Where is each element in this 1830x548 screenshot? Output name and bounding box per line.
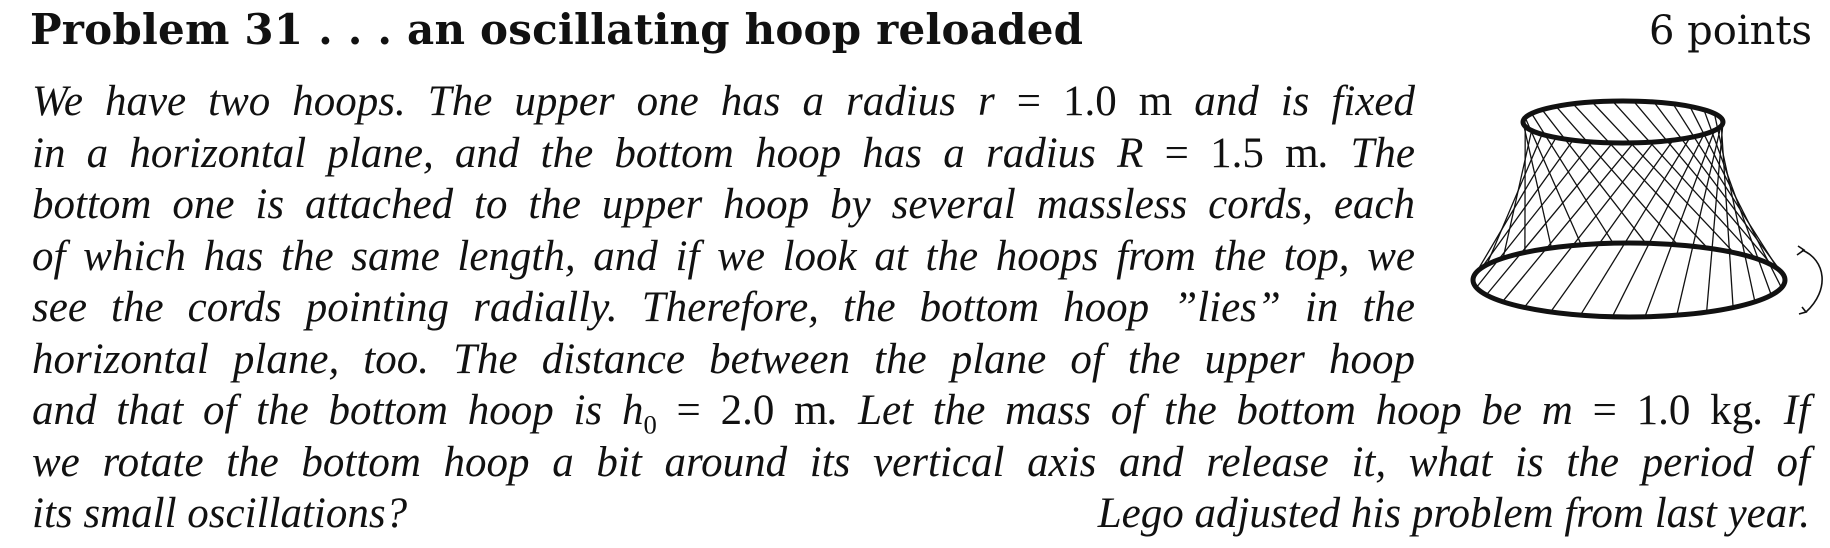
- problem-points: 6 points: [1648, 8, 1812, 54]
- closing-question: its small oscillations?: [32, 490, 408, 537]
- text-line-6: horizontal plane, too. The distance betw…: [32, 335, 1415, 383]
- text-line-8: we rotate the bottom hoop a bit around i…: [32, 438, 1810, 486]
- text-line-3: bottom one is attached to the upper hoop…: [32, 181, 1415, 228]
- text-line-2: in a horizontal plane, and the bottom ho…: [32, 129, 1416, 177]
- text-line-5: see the cords pointing radially. Therefo…: [32, 284, 1415, 331]
- text-line-7: and that of the bottom hoop is h0 = 2.0 …: [32, 387, 1810, 440]
- text-line-4: of which has the same length, and if we …: [32, 232, 1415, 280]
- problem-title: Problem 31 . . . an oscillating hoop rel…: [30, 5, 1084, 54]
- problem-text: We have two hoops. The upper one has a r…: [32, 76, 1822, 540]
- text-line-9: its small oscillations? Lego adjusted his…: [32, 488, 1810, 540]
- text-line-1: We have two hoops. The upper one has a r…: [32, 78, 1415, 125]
- author-credit: Lego adjusted his problem from last year…: [1097, 490, 1810, 537]
- problem-page: Problem 31 . . . an oscillating hoop rel…: [0, 0, 1830, 548]
